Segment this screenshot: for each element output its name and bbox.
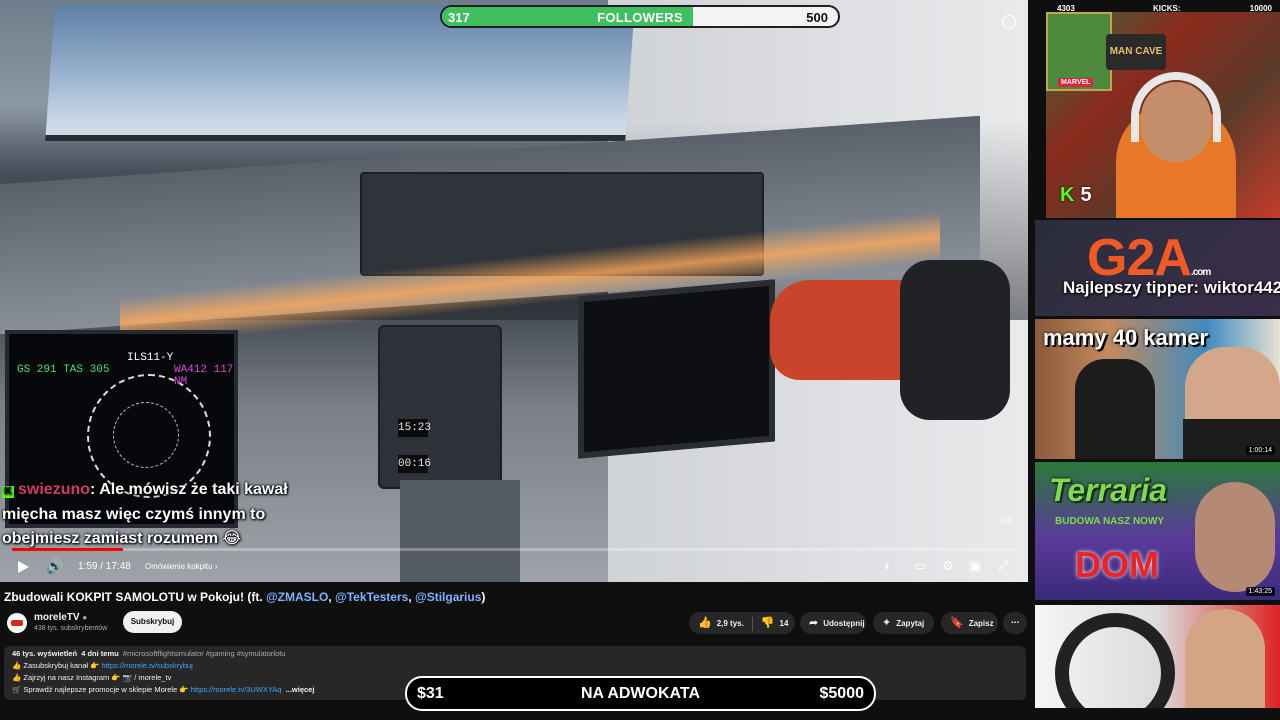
recommended-video-1[interactable]: G2A.com (1035, 220, 1280, 316)
yoke-control (900, 260, 1010, 420)
save-button[interactable]: 🔖 Zapisz (941, 612, 998, 634)
more-actions-button[interactable]: ⋯ (1003, 612, 1027, 634)
dislike-button[interactable]: 👎 14 (760, 617, 789, 629)
player-controls: 🔊 1:59 / 17:48 Omówienie kokpitu › ◐ ▭ ⚙… (0, 554, 1028, 582)
play-icon[interactable] (18, 561, 29, 573)
followers-goal-bar: 317 FOLLOWERS 500 (440, 5, 840, 28)
verified-icon: ● (82, 613, 88, 622)
steering-wheel (1055, 613, 1175, 708)
video-duration: 1:43:25 (1245, 587, 1275, 596)
like-button[interactable]: 👍 2,9 tys. (698, 617, 744, 629)
bookmark-icon: 🔖 (950, 617, 964, 629)
channel-avatar[interactable] (7, 613, 27, 633)
marvel-poster: MARVEL (1046, 12, 1112, 91)
show-more-link[interactable]: ...więcej (286, 685, 315, 694)
video-duration: 1:00:14 (1245, 446, 1275, 455)
sparkle-icon: ✦ (882, 617, 892, 629)
volume-icon[interactable]: 🔊 (46, 558, 63, 575)
time-display: 1:59 / 17:48 (78, 561, 131, 572)
autoplay-toggle-icon[interactable]: ◐ (879, 558, 897, 573)
share-icon: ➦ (809, 617, 819, 629)
recommended-video-3[interactable]: Terraria BUDOWA NASZ NOWY DOM 1:43:25 (1035, 462, 1280, 600)
fullscreen-icon[interactable]: ⤢ (994, 558, 1012, 574)
chat-username: swiezuno (18, 481, 91, 498)
man-cave-sign: MAN CAVE (1106, 34, 1166, 70)
mention-link[interactable]: @TekTesters (335, 590, 408, 604)
subscribe-watermark-icon[interactable]: SUB (998, 518, 1012, 525)
info-icon[interactable]: i (1002, 15, 1016, 29)
headset (1131, 72, 1221, 142)
channel-name[interactable]: moreleTV ● (34, 612, 87, 623)
subscribe-button[interactable]: Subskrybuj (123, 611, 182, 633)
subtitles-icon[interactable]: ▭ (911, 558, 929, 574)
ask-button[interactable]: ✦ Zapytaj (873, 612, 934, 634)
donation-goal-bar: $31 NA ADWOKATA $5000 (405, 676, 876, 711)
kick-logo-icon: K (1060, 184, 1075, 206)
miniplayer-icon[interactable]: ▣ (966, 558, 984, 574)
chapter-button[interactable]: Omówienie kokpitu › (145, 562, 217, 571)
subscriber-count: 438 tys. subskrybentów (34, 625, 108, 632)
thumbs-down-icon: 👎 (760, 617, 775, 629)
hashtags[interactable]: #microsoftflightsimulator #gaming #symul… (123, 649, 286, 658)
recommended-video-2[interactable]: mamy 40 kamer 1:00:14 (1035, 319, 1280, 459)
chat-message-overlay: Kswiezuno: Ale mówisz że taki kawał mięc… (2, 478, 302, 552)
mention-link[interactable]: @Stilgarius (415, 590, 481, 604)
like-dislike-group: 👍 2,9 tys. 👎 14 (689, 612, 795, 634)
engine-control-unit: 15:23 00:16 (378, 325, 502, 489)
settings-gear-icon[interactable]: ⚙ (939, 558, 957, 574)
subscribe-link[interactable]: https://morele.tv/subskrybuj (102, 661, 193, 670)
shop-link[interactable]: https://morele.tv/3UWXYAq (191, 685, 282, 694)
kick-badge-icon: K (2, 486, 14, 498)
mention-link[interactable]: @ZMASLO (266, 590, 328, 604)
multi-function-display (578, 279, 775, 459)
thumbs-up-icon: 👍 (698, 617, 712, 629)
share-button[interactable]: ➦ Udostępnij (800, 612, 866, 634)
top-tipper-label: Najlepszy tipper: wiktor442 (1063, 278, 1280, 297)
video-title: Zbudowali KOKPIT SAMOLOTU w Pokoju! (ft.… (4, 590, 486, 604)
kick-counter: K5 (1060, 184, 1092, 206)
recommended-video-4[interactable] (1035, 605, 1280, 708)
